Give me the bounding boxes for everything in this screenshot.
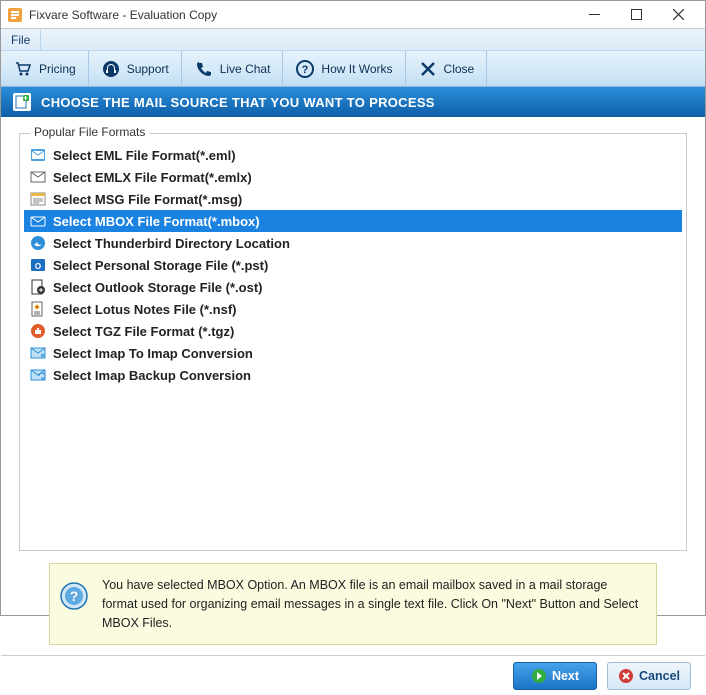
- cancel-label: Cancel: [639, 669, 680, 683]
- format-item-label: Select MBOX File Format(*.mbox): [53, 214, 260, 229]
- menu-file-label: File: [11, 33, 30, 47]
- info-box: ? You have selected MBOX Option. An MBOX…: [49, 563, 657, 645]
- format-list[interactable]: Select EML File Format(*.eml) Select EMLX…: [24, 144, 682, 542]
- question-icon: ?: [295, 59, 315, 79]
- format-item-imap[interactable]: Select Imap To Imap Conversion: [24, 342, 682, 364]
- phone-icon: [194, 59, 214, 79]
- section-title: CHOOSE THE MAIL SOURCE THAT YOU WANT TO …: [41, 95, 435, 110]
- cart-icon: [13, 59, 33, 79]
- format-item-emlx[interactable]: Select EMLX File Format(*.emlx): [24, 166, 682, 188]
- info-text: You have selected MBOX Option. An MBOX f…: [102, 576, 640, 632]
- window-minimize-button[interactable]: [573, 1, 615, 29]
- format-item-label: Select Personal Storage File (*.pst): [53, 258, 268, 273]
- format-item-label: Select TGZ File Format (*.tgz): [53, 324, 234, 339]
- toolbar-pricing-label: Pricing: [39, 62, 76, 76]
- format-item-eml[interactable]: Select EML File Format(*.eml): [24, 144, 682, 166]
- format-item-tgz[interactable]: Select TGZ File Format (*.tgz): [24, 320, 682, 342]
- menubar: File: [1, 29, 705, 51]
- section-header: CHOOSE THE MAIL SOURCE THAT YOU WANT TO …: [1, 87, 705, 117]
- window-titlebar: Fixvare Software - Evaluation Copy: [1, 1, 705, 29]
- lotus-icon: [30, 301, 46, 317]
- close-icon: [418, 59, 438, 79]
- pst-icon: O: [30, 257, 46, 273]
- next-icon: [531, 668, 547, 684]
- tgz-icon: [30, 323, 46, 339]
- format-item-label: Select Lotus Notes File (*.nsf): [53, 302, 236, 317]
- window-title: Fixvare Software - Evaluation Copy: [29, 8, 573, 22]
- format-item-label: Select Imap To Imap Conversion: [53, 346, 253, 361]
- toolbar-livechat-label: Live Chat: [220, 62, 271, 76]
- toolbar-howitworks-button[interactable]: ? How It Works: [283, 51, 405, 86]
- imap-backup-icon: [30, 367, 46, 383]
- format-item-lotus[interactable]: Select Lotus Notes File (*.nsf): [24, 298, 682, 320]
- toolbar-support-button[interactable]: Support: [89, 51, 182, 86]
- format-item-msg[interactable]: Select MSG File Format(*.msg): [24, 188, 682, 210]
- format-item-label: Select MSG File Format(*.msg): [53, 192, 242, 207]
- menu-file[interactable]: File: [1, 29, 41, 50]
- eml-icon: [30, 147, 46, 163]
- ost-icon: [30, 279, 46, 295]
- format-group: Popular File Formats Select EML File For…: [19, 133, 687, 551]
- format-item-thunderbird[interactable]: Select Thunderbird Directory Location: [24, 232, 682, 254]
- format-item-label: Select EMLX File Format(*.emlx): [53, 170, 252, 185]
- toolbar-howitworks-label: How It Works: [321, 62, 392, 76]
- format-item-label: Select Thunderbird Directory Location: [53, 236, 290, 251]
- svg-text:O: O: [35, 262, 41, 271]
- format-item-ost[interactable]: Select Outlook Storage File (*.ost): [24, 276, 682, 298]
- headset-icon: [101, 59, 121, 79]
- format-item-label: Select Imap Backup Conversion: [53, 368, 251, 383]
- mbox-icon: [30, 213, 46, 229]
- window-maximize-button[interactable]: [615, 1, 657, 29]
- format-item-imap-backup[interactable]: Select Imap Backup Conversion: [24, 364, 682, 386]
- format-item-label: Select Outlook Storage File (*.ost): [53, 280, 262, 295]
- format-item-mbox[interactable]: Select MBOX File Format(*.mbox): [24, 210, 682, 232]
- add-file-icon: [13, 93, 31, 111]
- next-button[interactable]: Next: [513, 662, 597, 690]
- format-item-pst[interactable]: O Select Personal Storage File (*.pst): [24, 254, 682, 276]
- group-legend: Popular File Formats: [30, 125, 149, 139]
- svg-text:?: ?: [70, 588, 79, 604]
- toolbar-close-button[interactable]: Close: [406, 51, 488, 86]
- toolbar: Pricing Support Live Chat ? How It Works…: [1, 51, 705, 87]
- window-close-button[interactable]: [657, 1, 699, 29]
- cancel-button[interactable]: Cancel: [607, 662, 691, 690]
- toolbar-close-label: Close: [444, 62, 475, 76]
- msg-icon: [30, 191, 46, 207]
- format-item-label: Select EML File Format(*.eml): [53, 148, 236, 163]
- imap-icon: [30, 345, 46, 361]
- toolbar-support-label: Support: [127, 62, 169, 76]
- next-label: Next: [552, 669, 579, 683]
- main-area: Popular File Formats Select EML File For…: [1, 117, 705, 557]
- toolbar-pricing-button[interactable]: Pricing: [1, 51, 89, 86]
- emlx-icon: [30, 169, 46, 185]
- svg-text:?: ?: [302, 64, 309, 76]
- thunderbird-icon: [30, 235, 46, 251]
- info-icon: ?: [60, 582, 88, 610]
- cancel-icon: [618, 668, 634, 684]
- app-icon: [7, 7, 23, 23]
- toolbar-livechat-button[interactable]: Live Chat: [182, 51, 284, 86]
- footer: Next Cancel: [1, 655, 705, 695]
